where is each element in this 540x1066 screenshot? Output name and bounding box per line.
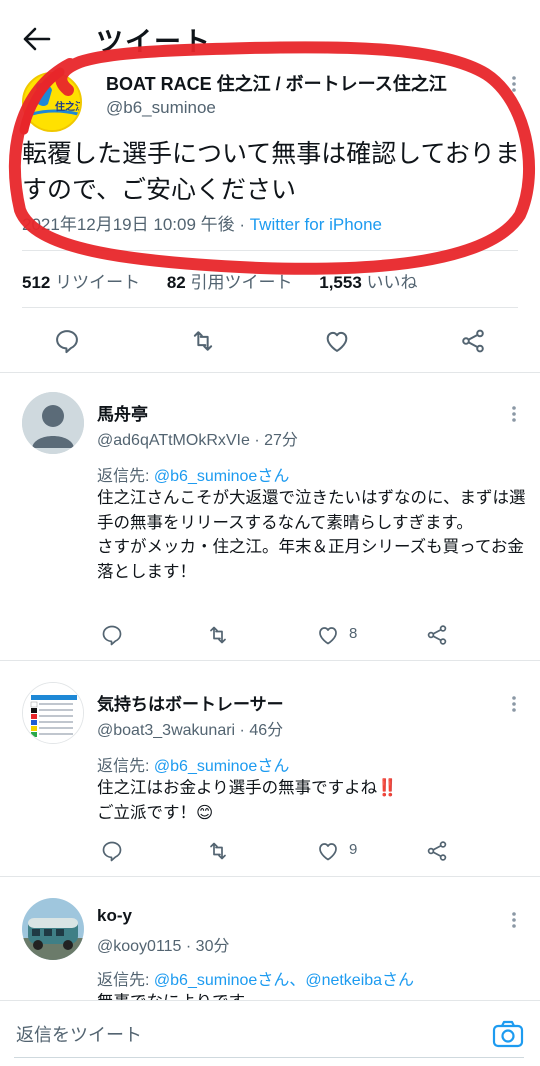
camera-button[interactable] <box>492 1019 524 1049</box>
retweets-label: リツイート <box>55 273 141 292</box>
reply-to-mention[interactable]: @b6_suminoeさん <box>154 758 289 775</box>
share-button[interactable] <box>422 620 452 650</box>
svg-text:住之江: 住之江 <box>55 100 82 113</box>
comment-icon <box>56 330 78 354</box>
more-vertical-icon <box>512 76 516 92</box>
main-tweet-avatar[interactable]: 住之江 <box>22 72 82 132</box>
avatar[interactable] <box>22 898 84 960</box>
share-icon <box>462 329 484 353</box>
race-results-thumbnail-icon <box>23 683 83 743</box>
retweet-icon <box>210 842 226 860</box>
divider <box>22 250 518 251</box>
likes-label: いいね <box>366 273 418 292</box>
more-options-button[interactable] <box>504 74 524 94</box>
reply-author-handle[interactable]: @ad6qATtMOkRxVIe · 27分 <box>97 426 298 450</box>
reply-to-line: 返信先: @b6_suminoeさん <box>97 752 289 776</box>
meta-separator: · <box>234 215 250 234</box>
reply-author-handle[interactable]: @boat3_3wakunari · 46分 <box>97 716 283 740</box>
retweet-button[interactable] <box>188 326 218 356</box>
reply-compose-bar: 返信をツイート <box>0 1000 540 1066</box>
share-icon <box>427 841 447 861</box>
reply-action-bar: 8 <box>97 622 517 650</box>
reply-input[interactable]: 返信をツイート <box>16 1021 142 1047</box>
retweet-button[interactable] <box>203 620 233 650</box>
heart-icon <box>326 331 348 352</box>
like-count: 9 <box>349 841 358 858</box>
reply-to-line: 返信先: @b6_suminoeさん <box>97 462 289 486</box>
comment-icon <box>102 841 122 862</box>
reply-tweet[interactable]: ko-y @kooy0115 · 30分 返信先: @b6_suminoeさん、… <box>0 876 540 1000</box>
reply-author-name[interactable]: 馬舟亭 <box>97 400 148 425</box>
quotes-count: 82 <box>166 273 186 292</box>
more-vertical-icon <box>512 912 516 928</box>
more-vertical-icon <box>512 406 516 422</box>
quotes-label: 引用ツイート <box>190 273 293 292</box>
divider <box>22 307 518 308</box>
like-count: 8 <box>349 625 358 642</box>
reply-author-name[interactable]: 気持ちはボートレーサー <box>97 690 284 715</box>
tweet-source-link[interactable]: Twitter for iPhone <box>250 215 382 234</box>
comment-icon <box>102 625 122 646</box>
input-underline <box>14 1057 524 1058</box>
default-profile-icon <box>22 392 84 454</box>
page-title: ツイート <box>96 27 212 57</box>
main-tweet-author-handle[interactable]: @b6_suminoe <box>106 98 216 118</box>
reply-text: 無事でなによりです。 <box>97 990 527 1000</box>
share-button[interactable] <box>422 836 452 866</box>
top-app-bar: ツイート <box>0 0 540 78</box>
avatar[interactable] <box>22 392 84 454</box>
retweet-button[interactable] <box>203 836 233 866</box>
share-icon <box>427 625 447 645</box>
reply-author-name[interactable]: ko-y <box>97 906 132 926</box>
vintage-van-photo-icon <box>22 898 84 960</box>
reply-text: 住之江はお金より選手の無事ですよね‼️ ご立派です！😊 <box>97 779 398 822</box>
reply-button[interactable] <box>52 326 82 356</box>
main-tweet-meta: 2021年12月19日 10:09 午後 · Twitter for iPhon… <box>22 210 382 235</box>
like-button[interactable] <box>313 836 343 866</box>
more-options-button[interactable] <box>504 404 524 424</box>
reply-to-mention[interactable]: @b6_suminoeさん <box>154 468 289 485</box>
main-tweet-author-name[interactable]: BOAT RACE 住之江 / ボートレース住之江 <box>106 70 447 96</box>
main-tweet-text: 転覆した選手について無事は確認しておりますので、ご安心ください <box>22 140 520 204</box>
likes-count: 1,553 <box>319 273 362 292</box>
retweet-icon <box>210 626 226 644</box>
reply-to-mention[interactable]: @b6_suminoeさん、@netkeibaさん <box>154 972 414 989</box>
main-tweet-action-bar <box>0 322 540 362</box>
heart-icon <box>319 843 337 861</box>
reply-text: 住之江さんこそが大返還で泣きたいはずなのに、まずは選手の無事をリリースするなんて… <box>97 489 526 581</box>
reply-to-prefix: 返信先: <box>97 468 154 485</box>
heart-icon <box>319 627 337 645</box>
tweet-timestamp: 2021年12月19日 10:09 午後 <box>22 215 235 234</box>
boat-race-logo-icon: 住之江 <box>24 74 82 130</box>
back-button[interactable] <box>18 22 56 56</box>
reply-action-bar: 9 <box>97 838 517 866</box>
tweet-stats: 512 リツイート 82 引用ツイート 1,553 いいね <box>22 268 440 293</box>
more-options-button[interactable] <box>504 694 524 714</box>
like-button[interactable] <box>322 326 352 356</box>
reply-to-prefix: 返信先: <box>97 758 154 775</box>
arrow-left-icon <box>23 27 51 51</box>
share-button[interactable] <box>458 326 488 356</box>
retweet-icon <box>193 331 213 351</box>
more-options-button[interactable] <box>504 910 524 930</box>
reply-button[interactable] <box>97 836 127 866</box>
more-vertical-icon <box>512 696 516 712</box>
like-button[interactable] <box>313 620 343 650</box>
likes-stat[interactable]: 1,553 いいね <box>319 273 417 292</box>
camera-icon <box>492 1020 524 1048</box>
quotes-stat[interactable]: 82 引用ツイート <box>167 273 293 292</box>
reply-to-line: 返信先: @b6_suminoeさん、@netkeibaさん <box>97 966 414 990</box>
retweets-stat[interactable]: 512 リツイート <box>22 273 140 292</box>
reply-tweet[interactable]: 馬舟亭 @ad6qATtMOkRxVIe · 27分 返信先: @b6_sumi… <box>0 372 540 660</box>
reply-to-prefix: 返信先: <box>97 972 154 989</box>
retweets-count: 512 <box>22 273 51 292</box>
reply-button[interactable] <box>97 620 127 650</box>
reply-tweet[interactable]: 気持ちはボートレーサー @boat3_3wakunari · 46分 返信先: … <box>0 660 540 876</box>
avatar[interactable] <box>22 682 84 744</box>
reply-author-handle[interactable]: @kooy0115 · 30分 <box>97 932 229 956</box>
